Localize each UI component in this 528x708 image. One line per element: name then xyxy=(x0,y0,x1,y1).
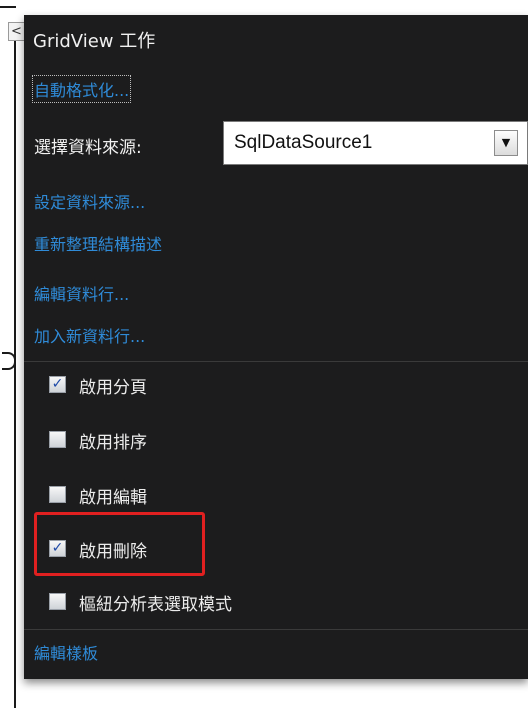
option-label: 啟用排序 xyxy=(79,433,147,453)
refresh-schema-link[interactable]: 重新整理結構描述 xyxy=(34,231,162,255)
designer-bracket-top xyxy=(0,6,16,8)
separator xyxy=(24,361,528,362)
datasource-value: SqlDataSource1 xyxy=(234,132,373,153)
panel-title: GridView 工作 xyxy=(33,31,156,52)
separator xyxy=(24,629,528,630)
edit-templates-link[interactable]: 編輯樣板 xyxy=(34,640,98,664)
chevron-down-icon[interactable]: ▼ xyxy=(494,130,518,156)
datasource-select[interactable]: SqlDataSource1 ▼ xyxy=(223,121,528,165)
designer-resize-handle[interactable] xyxy=(2,352,16,370)
configure-datasource-link[interactable]: 設定資料來源... xyxy=(34,189,145,213)
check-icon[interactable]: ✓ xyxy=(49,376,66,393)
checkbox-icon[interactable] xyxy=(49,431,66,448)
edit-columns-link[interactable]: 編輯資料行... xyxy=(34,281,129,305)
collapse-tasks-button[interactable]: < xyxy=(8,22,25,41)
choose-datasource-label: 選擇資料來源: xyxy=(34,138,142,158)
checkbox-icon[interactable] xyxy=(49,593,66,610)
checkbox-icon[interactable] xyxy=(49,486,66,503)
gridview-tasks-panel xyxy=(24,15,528,679)
option-label: 啟用編輯 xyxy=(79,488,147,508)
auto-format-link[interactable]: 自動格式化... xyxy=(31,75,132,103)
option-label: 啟用分頁 xyxy=(79,378,147,398)
add-column-link[interactable]: 加入新資料行... xyxy=(34,323,145,347)
option-label: 樞紐分析表選取模式 xyxy=(79,595,232,615)
annotation-highlight-box xyxy=(34,512,205,576)
